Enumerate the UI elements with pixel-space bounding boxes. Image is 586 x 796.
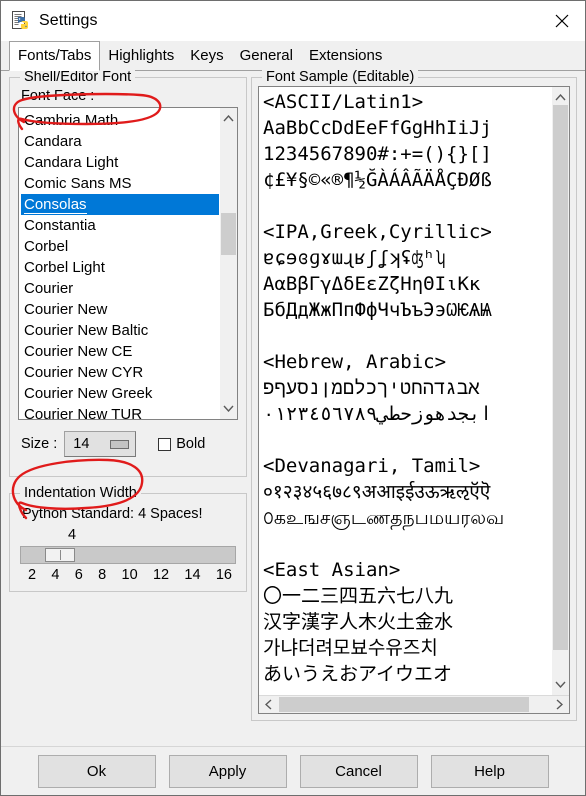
bold-checkbox-wrap[interactable]: Bold: [158, 436, 205, 452]
font-sample-text[interactable]: <ASCII/Latin1> AaBbCcDdEeFfGgHhIiJj 1234…: [259, 87, 552, 695]
list-item[interactable]: Corbel: [21, 236, 219, 257]
list-item[interactable]: Comic Sans MS: [21, 173, 219, 194]
list-item[interactable]: Candara Light: [21, 152, 219, 173]
tab-general[interactable]: General: [232, 42, 301, 71]
indentation-width-group: Indentation Width Python Standard: 4 Spa…: [9, 485, 247, 592]
slider-thumb[interactable]: [45, 548, 75, 562]
indentation-note: Python Standard: 4 Spaces!: [22, 506, 203, 522]
chevron-up-icon[interactable]: [552, 89, 569, 106]
slider-tick: 6: [74, 567, 83, 583]
shell-editor-font-group: Shell/Editor Font Font Face : Cambria Ma…: [9, 69, 247, 477]
apply-button[interactable]: Apply: [168, 754, 287, 788]
size-row: Size : 14 Bold: [21, 430, 238, 458]
chevron-down-icon[interactable]: [552, 676, 569, 693]
tab-highlights[interactable]: Highlights: [100, 42, 182, 71]
selected-font-label: Consolas: [24, 196, 87, 214]
list-item[interactable]: Candara: [21, 131, 219, 152]
left-column: Shell/Editor Font Font Face : Cambria Ma…: [9, 69, 247, 600]
tab-bar: Fonts/Tabs Highlights Keys General Exten…: [1, 41, 585, 71]
indentation-width-group-title: Indentation Width: [20, 485, 141, 501]
settings-window: Settings Fonts/Tabs Highlights Keys Gene…: [0, 0, 586, 796]
dialog-button-bar: Ok Apply Cancel Help: [1, 746, 585, 795]
chevron-down-icon[interactable]: [220, 400, 237, 417]
window-title: Settings: [39, 12, 98, 29]
slider-tick: 4: [51, 567, 60, 583]
size-spinbox[interactable]: 14: [64, 431, 137, 457]
list-item[interactable]: Constantia: [21, 215, 219, 236]
font-face-listbox[interactable]: Cambria Math Candara Candara Light Comic…: [18, 107, 238, 420]
font-face-list[interactable]: Cambria Math Candara Candara Light Comic…: [19, 108, 219, 419]
indentation-slider[interactable]: [20, 546, 236, 564]
cancel-button[interactable]: Cancel: [299, 754, 418, 788]
font-sample-vscrollbar[interactable]: [552, 87, 569, 695]
list-item-selected[interactable]: Consolas: [21, 194, 219, 215]
font-sample-hscrollbar[interactable]: [259, 695, 569, 713]
chevron-up-icon[interactable]: [220, 110, 237, 127]
scrollbar-thumb[interactable]: [553, 105, 568, 650]
scrollbar-thumb[interactable]: [221, 213, 236, 255]
font-face-label: Font Face :: [21, 88, 95, 104]
list-item[interactable]: Courier: [21, 278, 219, 299]
title-bar: Settings: [1, 1, 585, 41]
slider-tick: 2: [28, 567, 37, 583]
slider-tick-labels: 2 4 6 8 10 12 14 16: [20, 567, 236, 583]
list-item[interactable]: Courier New: [21, 299, 219, 320]
ok-button[interactable]: Ok: [37, 754, 156, 788]
list-item[interactable]: Courier New Baltic: [21, 320, 219, 341]
font-list-scrollbar[interactable]: [219, 108, 237, 419]
shell-editor-font-group-title: Shell/Editor Font: [20, 69, 136, 85]
size-label: Size :: [21, 436, 58, 452]
bold-label: Bold: [176, 436, 206, 452]
font-sample-group: Font Sample (Editable) <ASCII/Latin1> Aa…: [251, 69, 577, 721]
list-item[interactable]: Courier New Greek: [21, 383, 219, 404]
tab-keys[interactable]: Keys: [182, 42, 231, 71]
list-item[interactable]: Corbel Light: [21, 257, 219, 278]
slider-tick: 8: [98, 567, 107, 583]
slider-tick: 12: [152, 567, 170, 583]
tab-fonts-tabs[interactable]: Fonts/Tabs: [9, 41, 101, 71]
font-sample-group-title: Font Sample (Editable): [262, 69, 419, 85]
chevron-left-icon[interactable]: [260, 696, 277, 713]
chevron-right-icon[interactable]: [551, 696, 568, 713]
font-sample-box[interactable]: <ASCII/Latin1> AaBbCcDdEeFfGgHhIiJj 1234…: [258, 86, 570, 714]
spinbox-handle-icon[interactable]: [110, 439, 130, 449]
list-item[interactable]: Courier New CYR: [21, 362, 219, 383]
slider-tick: 14: [184, 567, 201, 583]
right-column: Font Sample (Editable) <ASCII/Latin1> Aa…: [251, 69, 577, 729]
font-sample-inner: <ASCII/Latin1> AaBbCcDdEeFfGgHhIiJj 1234…: [259, 87, 569, 695]
list-item[interactable]: Courier New CE: [21, 341, 219, 362]
indentation-value: 4: [68, 527, 77, 543]
settings-content: Shell/Editor Font Font Face : Cambria Ma…: [1, 69, 585, 746]
slider-tick: 16: [215, 567, 232, 583]
slider-tick: 10: [121, 567, 138, 583]
close-icon[interactable]: [539, 1, 585, 41]
list-item[interactable]: Cambria Math: [21, 110, 219, 131]
list-item[interactable]: Courier New TUR: [21, 404, 219, 419]
size-value: 14: [73, 436, 90, 452]
bold-checkbox[interactable]: [158, 437, 172, 451]
idle-python-document-icon: [10, 10, 32, 32]
scrollbar-thumb[interactable]: [279, 697, 529, 712]
tab-extensions[interactable]: Extensions: [301, 42, 390, 71]
help-button[interactable]: Help: [430, 754, 549, 788]
